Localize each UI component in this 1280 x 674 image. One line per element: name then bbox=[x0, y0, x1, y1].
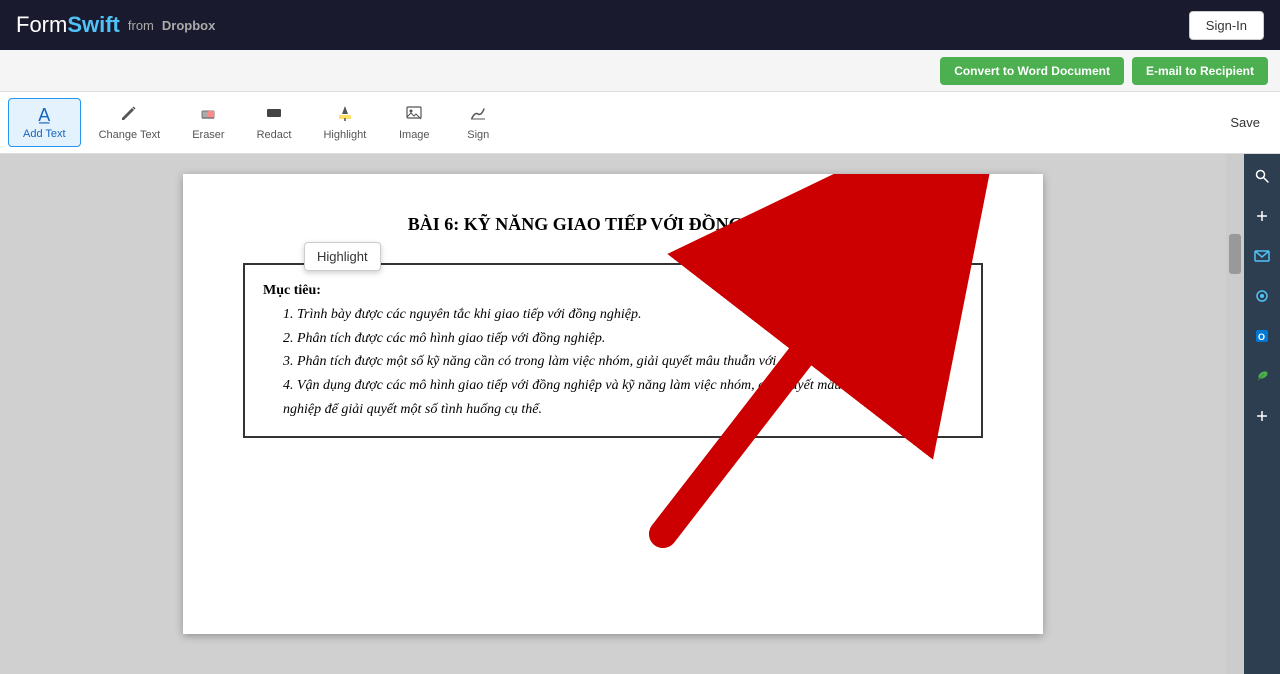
doc-item-2: 2. Phân tích được các mô hình giao tiếp … bbox=[283, 327, 963, 351]
logo: FormSwift bbox=[16, 12, 120, 38]
add-text-label: Add Text bbox=[23, 128, 66, 140]
side-mail-icon[interactable] bbox=[1248, 242, 1276, 270]
main-layout: Highlight BÀI 6: KỸ NĂNG GIAO TIẾP bbox=[0, 154, 1280, 674]
save-button[interactable]: Save bbox=[1218, 109, 1272, 136]
signin-button[interactable]: Sign-In bbox=[1189, 11, 1264, 40]
image-icon bbox=[405, 104, 423, 127]
svg-text:O: O bbox=[1258, 332, 1265, 342]
document-box: Mục tiêu: 1. Trình bày được các nguyên t… bbox=[243, 263, 983, 438]
navbar-right: Sign-In bbox=[1189, 11, 1264, 40]
toolbar-change-text[interactable]: Change Text bbox=[85, 98, 175, 147]
add-text-icon: A̲ bbox=[38, 105, 50, 126]
side-circle-blue-icon[interactable] bbox=[1248, 282, 1276, 310]
toolbar: A̲ Add Text Change Text Eraser Redact Hi… bbox=[0, 92, 1280, 154]
action-bar: Convert to Word Document E-mail to Recip… bbox=[0, 50, 1280, 92]
logo-area: FormSwift from Dropbox bbox=[16, 12, 215, 38]
doc-item-4: 4. Vận dụng được các mô hình giao tiếp v… bbox=[283, 374, 963, 422]
box-heading: Mục tiêu: bbox=[263, 283, 321, 298]
convert-word-button[interactable]: Convert to Word Document bbox=[940, 57, 1124, 85]
email-recipient-button[interactable]: E-mail to Recipient bbox=[1132, 57, 1268, 85]
side-panel: O bbox=[1244, 154, 1280, 674]
toolbar-eraser[interactable]: Eraser bbox=[178, 98, 238, 147]
scrollbar-thumb[interactable] bbox=[1229, 234, 1241, 274]
navbar: FormSwift from Dropbox Sign-In bbox=[0, 0, 1280, 50]
side-plus-icon[interactable] bbox=[1248, 202, 1276, 230]
side-search-icon[interactable] bbox=[1248, 162, 1276, 190]
change-text-icon bbox=[120, 104, 138, 127]
document-area: Highlight BÀI 6: KỸ NĂNG GIAO TIẾP bbox=[0, 154, 1226, 674]
image-label: Image bbox=[399, 129, 430, 141]
eraser-label: Eraser bbox=[192, 129, 224, 141]
highlight-tooltip: Highlight bbox=[304, 242, 381, 271]
toolbar-sign[interactable]: Sign bbox=[448, 98, 508, 147]
change-text-label: Change Text bbox=[99, 129, 161, 141]
side-add-icon[interactable] bbox=[1248, 402, 1276, 430]
document-title: BÀI 6: KỸ NĂNG GIAO TIẾP VỚI ĐỒNG NGHIỆP bbox=[243, 214, 983, 235]
highlight-label: Highlight bbox=[323, 129, 366, 141]
highlight-icon bbox=[336, 104, 354, 127]
logo-dropbox: Dropbox bbox=[162, 18, 215, 33]
doc-item-1: 1. Trình bày được các nguyên tắc khi gia… bbox=[283, 303, 963, 327]
redact-icon bbox=[265, 104, 283, 127]
toolbar-add-text[interactable]: A̲ Add Text bbox=[8, 98, 81, 147]
logo-swift: Swift bbox=[67, 12, 120, 37]
logo-form: Form bbox=[16, 12, 67, 37]
side-outlook-icon[interactable]: O bbox=[1248, 322, 1276, 350]
sign-label: Sign bbox=[467, 129, 489, 141]
toolbar-image[interactable]: Image bbox=[384, 98, 444, 147]
side-leaf-icon[interactable] bbox=[1248, 362, 1276, 390]
sign-icon bbox=[469, 104, 487, 127]
toolbar-highlight[interactable]: Highlight bbox=[309, 98, 380, 147]
logo-from-label: from bbox=[128, 18, 154, 33]
eraser-icon bbox=[199, 104, 217, 127]
scrollbar[interactable] bbox=[1226, 154, 1244, 674]
toolbar-redact[interactable]: Redact bbox=[243, 98, 306, 147]
redact-label: Redact bbox=[257, 129, 292, 141]
doc-item-3: 3. Phân tích được một số kỹ năng cần có … bbox=[283, 350, 963, 374]
